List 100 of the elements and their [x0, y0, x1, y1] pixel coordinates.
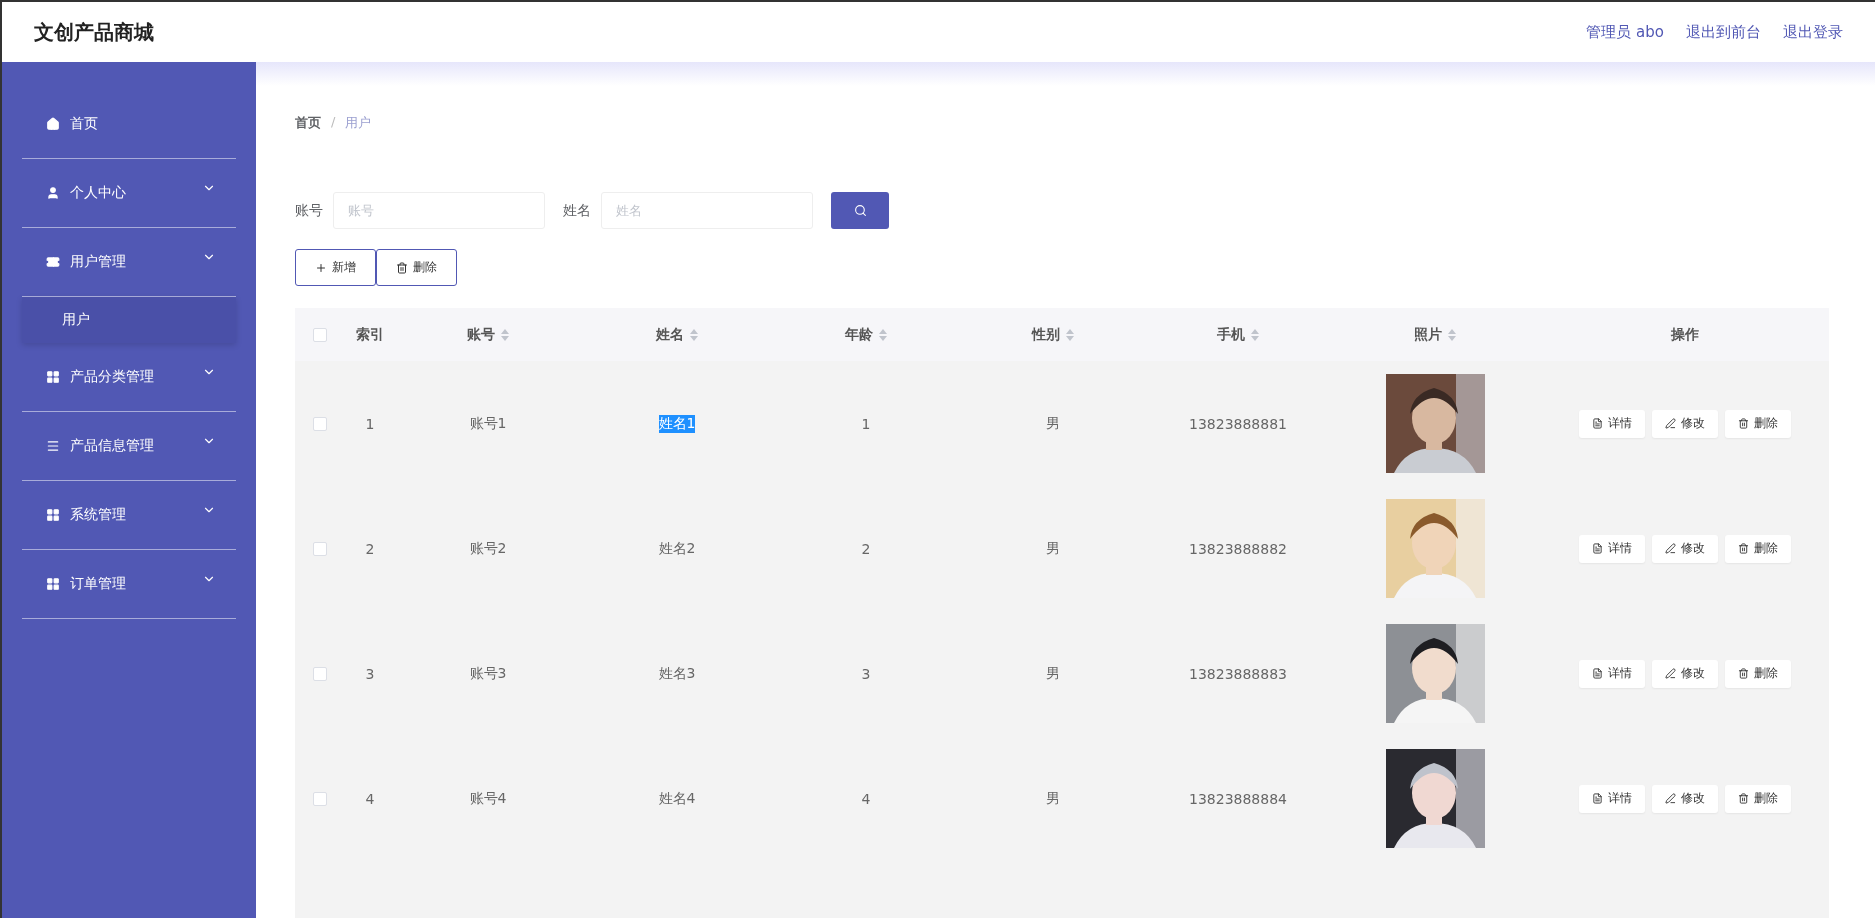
column-header: 索引 — [356, 325, 384, 344]
table-cell: 男 — [1046, 664, 1060, 683]
document-icon — [1592, 793, 1603, 804]
trash-icon — [1738, 418, 1749, 429]
sidebar-label: 订单管理 — [70, 575, 126, 593]
table-cell: 2 — [861, 540, 871, 557]
table-cell: 姓名3 — [658, 664, 696, 683]
breadcrumb-separator: / — [331, 114, 336, 131]
search-button[interactable] — [831, 192, 889, 229]
row-checkbox[interactable] — [313, 541, 327, 556]
table-cell: 姓名4 — [658, 789, 696, 808]
column-header: 账号 — [467, 325, 495, 344]
row-checkbox[interactable] — [313, 416, 327, 431]
table-cell: 男 — [1046, 789, 1060, 808]
column-header: 操作 — [1671, 325, 1699, 344]
document-icon — [1592, 543, 1603, 554]
pen-icon — [1665, 668, 1676, 679]
search-field[interactable]: 姓名 — [601, 192, 813, 229]
home-icon — [46, 117, 60, 131]
table-cell: 账号1 — [469, 414, 507, 433]
table-cell: 男 — [1046, 539, 1060, 558]
search-icon — [853, 204, 867, 217]
column-header: 照片 — [1414, 325, 1442, 344]
sidebar-subitem[interactable]: 用户 — [22, 297, 236, 343]
table-cell: 姓名2 — [658, 539, 696, 558]
table-cell: 4 — [861, 790, 871, 807]
trash-icon — [1738, 543, 1749, 554]
sidebar-item[interactable]: 产品信息管理 — [22, 412, 236, 481]
table-cell: 13823888881 — [1189, 415, 1287, 432]
table-cell: 姓名1 — [658, 414, 696, 433]
trash-icon — [396, 261, 408, 274]
row-action-button[interactable]: 删除 — [1725, 409, 1791, 438]
ticket-icon — [46, 255, 60, 269]
row-action-button[interactable]: 修改 — [1652, 409, 1718, 438]
search-field[interactable]: 账号 — [333, 192, 545, 229]
user-icon — [46, 186, 60, 200]
table-cell: 13823888884 — [1189, 790, 1287, 807]
pen-icon — [1665, 793, 1676, 804]
sidebar-item[interactable]: 系统管理 — [22, 481, 236, 550]
sidebar-label: 用户管理 — [70, 253, 126, 271]
row-action-button[interactable]: 修改 — [1652, 784, 1718, 813]
header-link[interactable]: 退出登录 — [1783, 22, 1843, 42]
app-title: 文创产品商城 — [34, 18, 154, 46]
row-action-button[interactable]: 详情 — [1579, 784, 1645, 813]
row-action-button[interactable]: 删除 — [1725, 534, 1791, 563]
column-header: 姓名 — [656, 325, 684, 344]
add-button[interactable]: 新增 — [295, 249, 376, 286]
header-link[interactable]: 管理员 abo — [1586, 22, 1664, 42]
column-header: 手机 — [1217, 325, 1245, 344]
table-cell: 3 — [365, 665, 375, 682]
table-cell: 1 — [861, 415, 871, 432]
grid-icon — [46, 370, 60, 384]
sidebar-item[interactable]: 首页 — [22, 90, 236, 159]
sort-icon — [501, 328, 509, 341]
row-action-button[interactable]: 修改 — [1652, 659, 1718, 688]
row-action-button[interactable]: 删除 — [1725, 784, 1791, 813]
row-checkbox[interactable] — [313, 666, 327, 681]
sort-icon — [1066, 328, 1074, 341]
plus-icon — [315, 261, 327, 274]
sidebar-label: 产品分类管理 — [70, 368, 154, 386]
table-cell: 2 — [365, 540, 375, 557]
row-checkbox[interactable] — [313, 791, 327, 806]
table-cell: 账号2 — [469, 539, 507, 558]
header-link[interactable]: 退出到前台 — [1686, 22, 1761, 42]
pen-icon — [1665, 543, 1676, 554]
table-cell: 13823888883 — [1189, 665, 1287, 682]
field-label: 姓名 — [563, 201, 591, 220]
pen-icon — [1665, 418, 1676, 429]
sort-icon — [690, 328, 698, 341]
table-cell: 男 — [1046, 414, 1060, 433]
sidebar-item[interactable]: 个人中心 — [22, 159, 236, 228]
sort-icon — [1251, 328, 1259, 341]
table-cell: 4 — [365, 790, 375, 807]
row-action-button[interactable]: 详情 — [1579, 409, 1645, 438]
sidebar-item[interactable]: 产品分类管理 — [22, 343, 236, 412]
grid-icon — [46, 508, 60, 522]
trash-icon — [1738, 793, 1749, 804]
delete-button[interactable]: 删除 — [376, 249, 457, 286]
row-action-button[interactable]: 修改 — [1652, 534, 1718, 563]
list-icon — [46, 439, 60, 453]
trash-icon — [1738, 668, 1749, 679]
table-cell: 账号3 — [469, 664, 507, 683]
table-cell: 3 — [861, 665, 871, 682]
table-cell: 账号4 — [469, 789, 507, 808]
document-icon — [1592, 418, 1603, 429]
sort-icon — [879, 328, 887, 341]
select-all-checkbox[interactable] — [313, 327, 327, 342]
field-label: 账号 — [295, 201, 323, 220]
row-action-button[interactable]: 删除 — [1725, 659, 1791, 688]
breadcrumb-item[interactable]: 首页 — [295, 114, 321, 132]
document-icon — [1592, 668, 1603, 679]
sidebar-item[interactable]: 订单管理 — [22, 550, 236, 619]
sidebar-label: 产品信息管理 — [70, 437, 154, 455]
row-action-button[interactable]: 详情 — [1579, 534, 1645, 563]
grid-icon — [46, 577, 60, 591]
sidebar-label: 个人中心 — [70, 184, 126, 202]
column-header: 年龄 — [845, 325, 873, 344]
sidebar-label: 首页 — [70, 115, 98, 133]
sidebar-label: 系统管理 — [70, 506, 126, 524]
row-action-button[interactable]: 详情 — [1579, 659, 1645, 688]
